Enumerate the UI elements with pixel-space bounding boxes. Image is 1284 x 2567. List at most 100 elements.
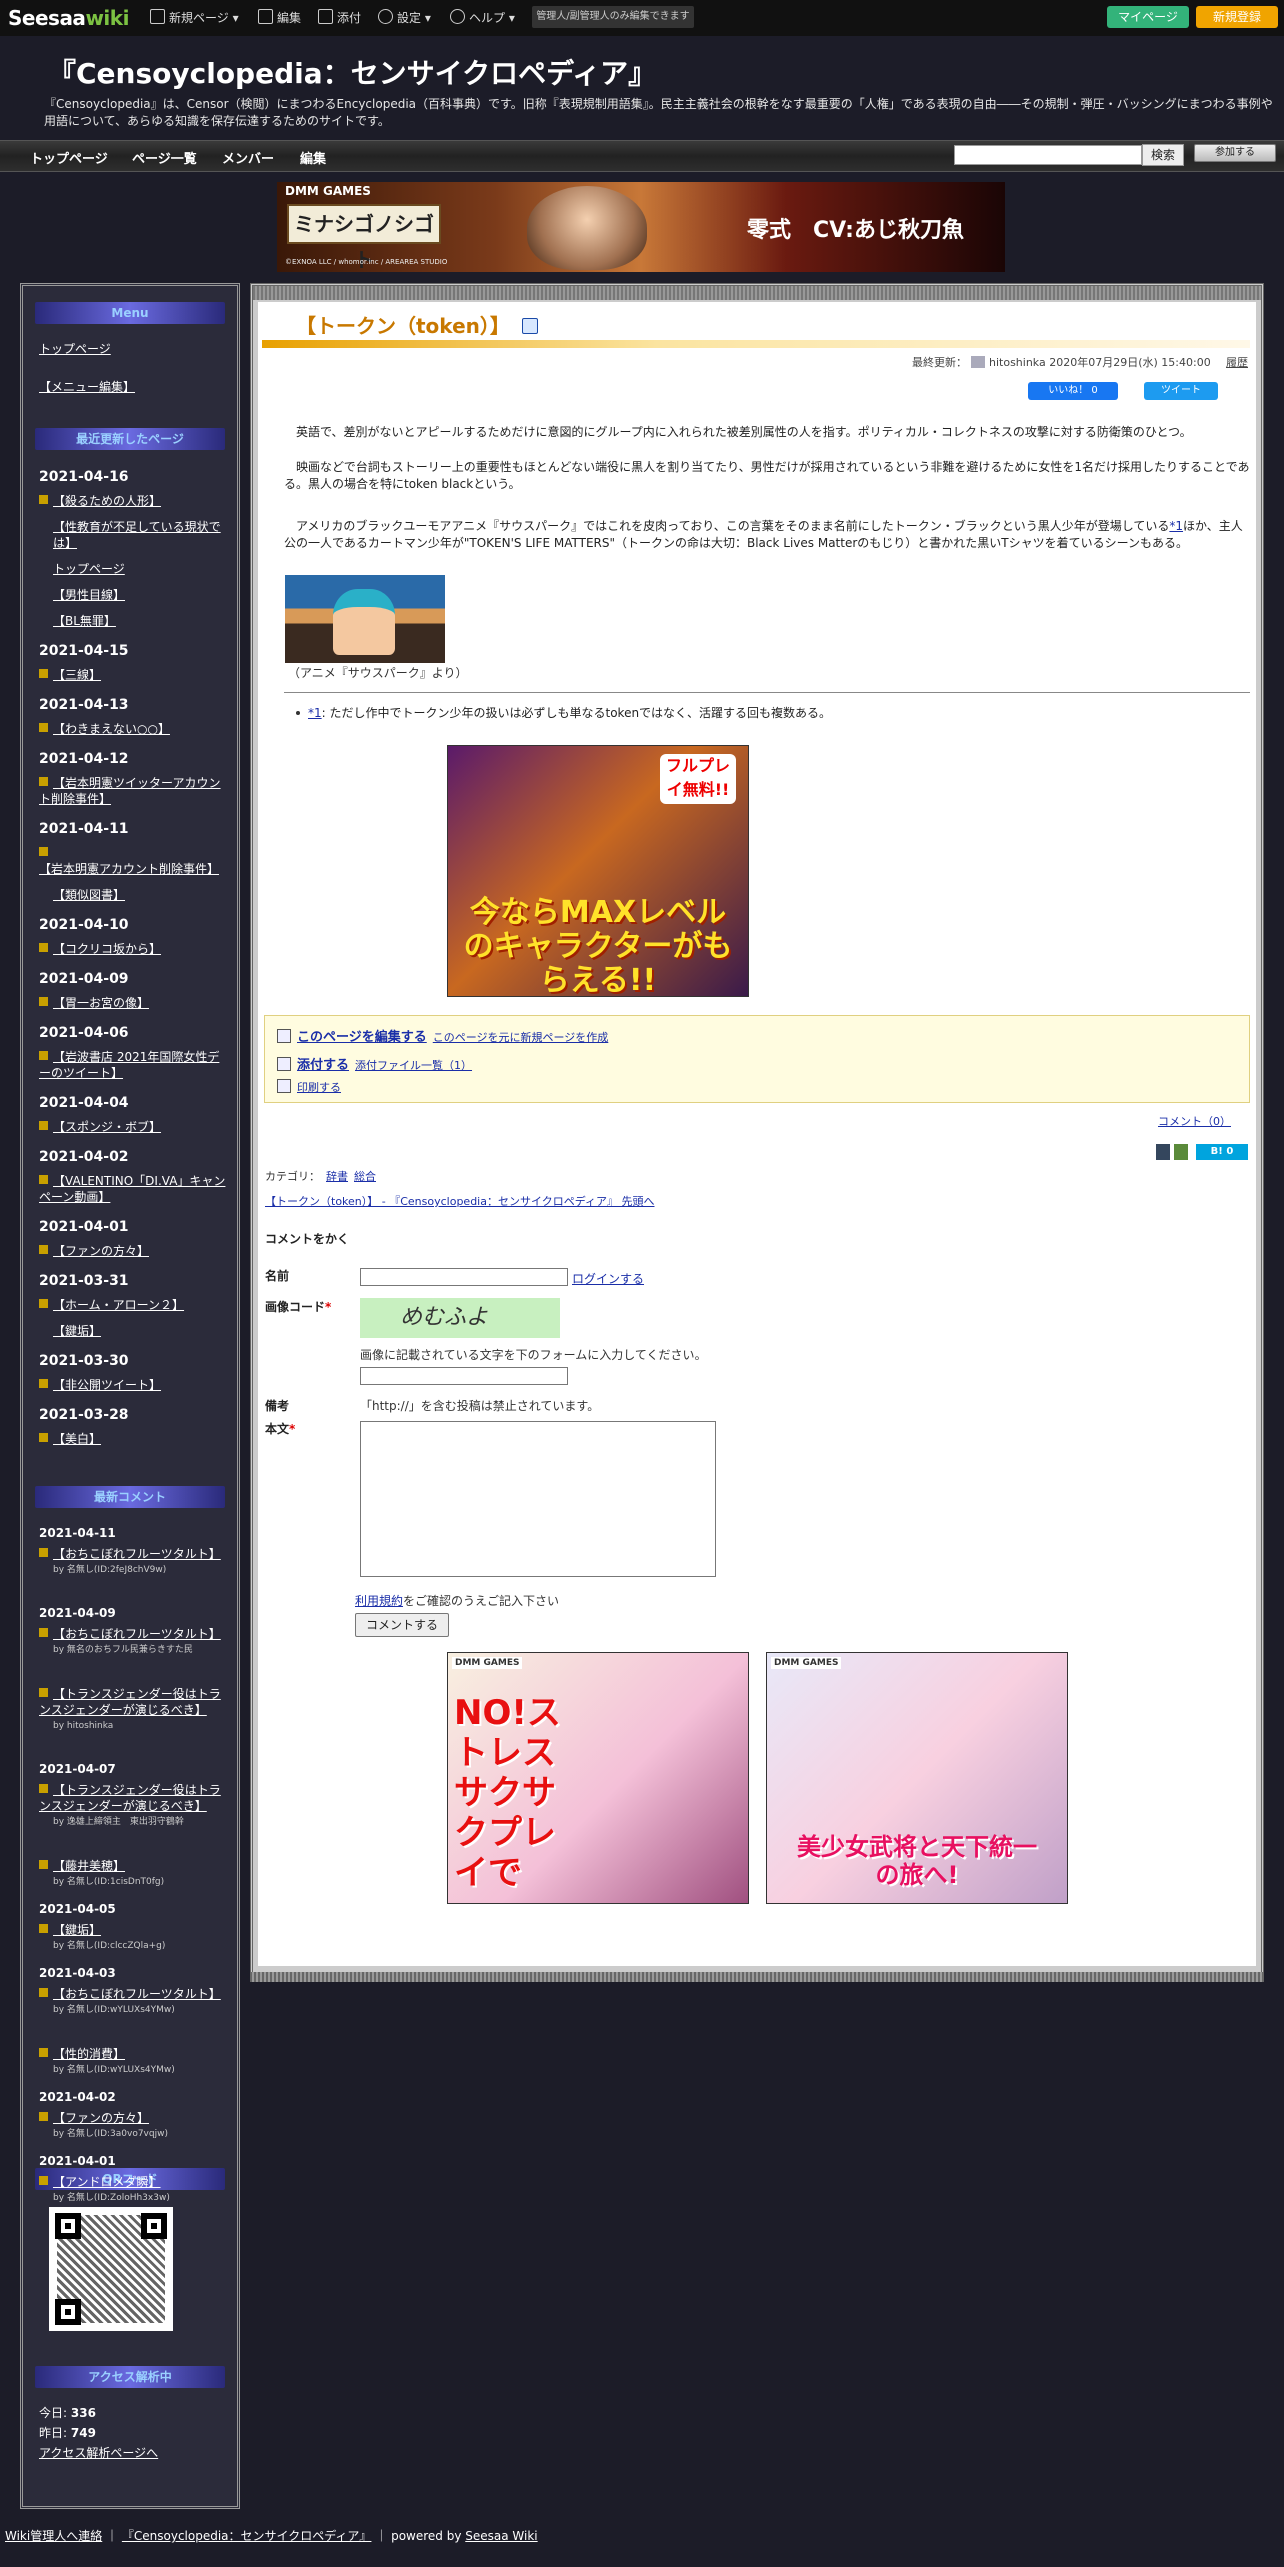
breadcrumb[interactable]: 【トークン（token）】 - 『Censoyclopedia：センサイクロペデ… bbox=[265, 1193, 654, 1209]
body-paragraph-3: アメリカのブラックユーモアアニメ『サウスパーク』ではこれを皮肉っており、この言葉… bbox=[284, 519, 1243, 550]
comment-date: 2021-04-09 bbox=[39, 1606, 116, 1620]
settings-menu[interactable]: 設定 ▾ bbox=[378, 9, 431, 26]
banner-game-logo: ミナシゴノシゴト bbox=[287, 204, 441, 272]
attach-link[interactable]: 添付する bbox=[297, 1058, 349, 1073]
pencil-icon bbox=[277, 1029, 291, 1043]
comment-item[interactable]: 【おちこぼれフルーツタルト】 by 名無し(ID:wYLUXs4YMw) bbox=[39, 1986, 229, 2016]
recent-page-item[interactable]: 【わきまえない○○】 bbox=[39, 721, 229, 737]
recent-page-item[interactable]: 【胃一お宮の像】 bbox=[39, 995, 229, 1011]
recent-date: 2021-04-04 bbox=[39, 1095, 129, 1111]
comment-form-heading: コメントをかく bbox=[265, 1232, 350, 1246]
access-analysis-link[interactable]: アクセス解析ページへ bbox=[39, 2444, 158, 2461]
terms-link[interactable]: 利用規約 bbox=[355, 1594, 403, 1608]
nav-edit[interactable]: 編集 bbox=[300, 148, 326, 167]
gear-icon bbox=[378, 9, 393, 24]
facebook-like-button[interactable]: いいね！ 0 bbox=[1028, 382, 1118, 400]
hatena-bookmark-button[interactable]: B! 0 bbox=[1196, 1144, 1248, 1160]
remarks-text: 「http://」を含む投稿は禁止されています。 bbox=[360, 1399, 600, 1413]
recent-page-item[interactable]: 【非公開ツイート】 bbox=[39, 1377, 229, 1393]
footer-site-link[interactable]: 『Censoyclopedia：センサイクロペディア』 bbox=[122, 2529, 372, 2543]
history-link[interactable]: 履歴 bbox=[1226, 354, 1248, 370]
recent-page-item[interactable]: 【岩本明憲アカウント削除事件】 bbox=[39, 845, 229, 877]
title-underline bbox=[262, 340, 1250, 348]
comment-body-textarea[interactable] bbox=[360, 1421, 716, 1577]
sidebar-top-link[interactable]: トップページ bbox=[39, 340, 111, 357]
category-dictionary[interactable]: 辞書 bbox=[326, 1170, 348, 1183]
comment-item[interactable]: 【アンドロメダ瞬】 by 名無し(ID:ZoloHh3x3w) bbox=[39, 2174, 229, 2204]
recent-page-item[interactable]: 【殺るための人形】 bbox=[39, 493, 229, 509]
site-description: 『Censoyclopedia』は、Censor（検閲）にまつわるEncyclo… bbox=[44, 97, 1273, 128]
terms-note: 利用規約をご確認のうえご記入下さい bbox=[355, 1594, 560, 1608]
recent-page-item[interactable]: 【コクリコ坂から】 bbox=[39, 941, 229, 957]
sidebar-menu-edit-link[interactable]: 【メニュー編集】 bbox=[39, 378, 135, 395]
search-input[interactable] bbox=[954, 145, 1142, 165]
nav-members[interactable]: メンバー bbox=[222, 148, 274, 167]
comment-item[interactable]: 【トランスジェンダー役はトランスジェンダーが演じるべき】 by hitoshink… bbox=[39, 1686, 229, 1732]
seesaa-wiki-logo[interactable]: Seesaawiki bbox=[8, 6, 129, 30]
evernote-icon[interactable] bbox=[1174, 1144, 1188, 1160]
recent-page-item[interactable]: 【三線】 bbox=[39, 667, 229, 683]
comment-item[interactable]: 【おちこぼれフルーツタルト】 by 無名のおちフル民兼らきすた民 bbox=[39, 1626, 229, 1656]
new-page-menu[interactable]: 新規ページ ▾ bbox=[150, 9, 239, 26]
body-paragraph-2: 映画などで台詞もストーリー上の重要性もほとんどない端役に黒人を割り当てたり、男性… bbox=[284, 460, 1250, 491]
comment-item[interactable]: 【ファンの方々】 by 名無し(ID:3a0vo7vqjw) bbox=[39, 2110, 229, 2140]
main-frame-bottom bbox=[250, 1972, 1264, 1982]
recent-page-item[interactable]: 【岩本明憲ツイッターアカウント削除事件】 bbox=[39, 775, 229, 807]
mypage-button[interactable]: マイページ bbox=[1107, 6, 1189, 28]
recent-page-item[interactable]: 【ファンの方々】 bbox=[39, 1243, 229, 1259]
recent-page-item[interactable]: 【男性目線】 bbox=[53, 587, 229, 603]
login-link[interactable]: ログインする bbox=[572, 1270, 644, 1287]
name-label: 名前 bbox=[265, 1269, 290, 1283]
comment-count-link[interactable]: コメント（0） bbox=[1158, 1113, 1231, 1129]
recent-page-item[interactable]: 【類似図書】 bbox=[53, 887, 229, 903]
sidebar: Menu トップページ 【メニュー編集】 最近更新したページ 最新コメント QR… bbox=[20, 283, 240, 2509]
recent-page-item[interactable]: 【鍵垢】 bbox=[53, 1323, 229, 1339]
attachment-list-link[interactable]: 添付ファイル一覧（1） bbox=[355, 1059, 472, 1072]
join-button[interactable]: 参加する bbox=[1194, 144, 1276, 162]
name-field[interactable] bbox=[360, 1268, 568, 1286]
search-button[interactable]: 検索 bbox=[1142, 144, 1184, 166]
captcha-label: 画像コード* bbox=[265, 1300, 332, 1314]
edit-pencil-icon[interactable] bbox=[522, 318, 538, 334]
register-button[interactable]: 新規登録 bbox=[1196, 6, 1278, 28]
recent-page-item[interactable]: 【BL無罪】 bbox=[53, 613, 229, 629]
site-title[interactable]: 『Censoyclopedia：センサイクロペディア』 bbox=[48, 52, 656, 92]
recent-page-item[interactable]: 【岩波書店 2021年国際女性デーのツイート】 bbox=[39, 1049, 229, 1081]
edit-menu[interactable]: 編集 bbox=[258, 9, 301, 26]
nav-top[interactable]: トップページ bbox=[30, 148, 108, 167]
comment-submit-button[interactable]: コメントする bbox=[355, 1613, 449, 1637]
captcha-field[interactable] bbox=[360, 1367, 568, 1385]
attach-row: 添付する 添付ファイル一覧（1） bbox=[277, 1054, 472, 1073]
recent-pages-heading: 最近更新したページ bbox=[35, 428, 225, 450]
comment-item[interactable]: 【鍵垢】 by 名無し(ID:clccZQla+g) bbox=[39, 1922, 229, 1952]
seesaa-wiki-link[interactable]: Seesaa Wiki bbox=[465, 2529, 537, 2543]
recent-page-item[interactable]: トップページ bbox=[53, 561, 229, 577]
recent-page-item[interactable]: 【美白】 bbox=[39, 1431, 229, 1447]
nav-page-list[interactable]: ページ一覧 bbox=[132, 148, 197, 167]
footnote-backlink[interactable]: *1 bbox=[308, 706, 322, 720]
comment-item[interactable]: 【トランスジェンダー役はトランスジェンダーが演じるべき】 by 逸雄上締領主 東出… bbox=[39, 1782, 229, 1828]
comment-item[interactable]: 【おちこぼれフルーツタルト】 by 名無し(ID:2feJ8chV9w) bbox=[39, 1546, 229, 1576]
bottom-ad-right[interactable]: DMM GAMES 美少女武将と天下統一の旅へ! bbox=[766, 1652, 1068, 1904]
middle-ad[interactable]: フルプレイ無料!! 今ならMAXレベルのキャラクターがもらえる!! bbox=[447, 745, 749, 998]
comment-item[interactable]: 【性的消費】 by 名無し(ID:wYLUXs4YMw) bbox=[39, 2046, 229, 2076]
recent-page-item[interactable]: 【VALENTINO「DI.VA」キャンペーン動画】 bbox=[39, 1173, 229, 1205]
banner-character bbox=[527, 186, 647, 270]
tumblr-icon[interactable] bbox=[1156, 1144, 1170, 1160]
tweet-button[interactable]: ツイート bbox=[1144, 382, 1218, 400]
recent-page-item[interactable]: 【スポンジ・ボブ】 bbox=[39, 1119, 229, 1135]
attach-menu[interactable]: 添付 bbox=[318, 9, 361, 26]
print-link[interactable]: 印刷する bbox=[297, 1081, 341, 1094]
category-general[interactable]: 総合 bbox=[354, 1170, 376, 1183]
new-from-page-link[interactable]: このページを元に新規ページを作成 bbox=[433, 1031, 609, 1044]
comment-item[interactable]: 【藤井美穂】 by 名無し(ID:1cisDnT0fg) bbox=[39, 1858, 229, 1888]
bottom-ad-left[interactable]: DMM GAMES NO!ストレス サクサクプレイで bbox=[447, 1652, 749, 1904]
footnote-ref-link[interactable]: *1 bbox=[1169, 519, 1183, 533]
recent-page-item[interactable]: 【性教育が不足している現状では】 bbox=[53, 519, 229, 551]
recent-page-item[interactable]: 【ホーム・アローン２】 bbox=[39, 1297, 229, 1313]
south-park-image[interactable] bbox=[285, 575, 445, 663]
contact-admin-link[interactable]: Wiki管理人へ連絡 bbox=[5, 2529, 102, 2543]
edit-page-link[interactable]: このページを編集する bbox=[297, 1030, 427, 1045]
help-menu[interactable]: ヘルプ ▾ bbox=[450, 9, 515, 26]
top-ad-banner[interactable]: DMM GAMES ミナシゴノシゴト 零式 CV:あじ秋刀魚 ©EXNOA LL… bbox=[277, 182, 1005, 272]
